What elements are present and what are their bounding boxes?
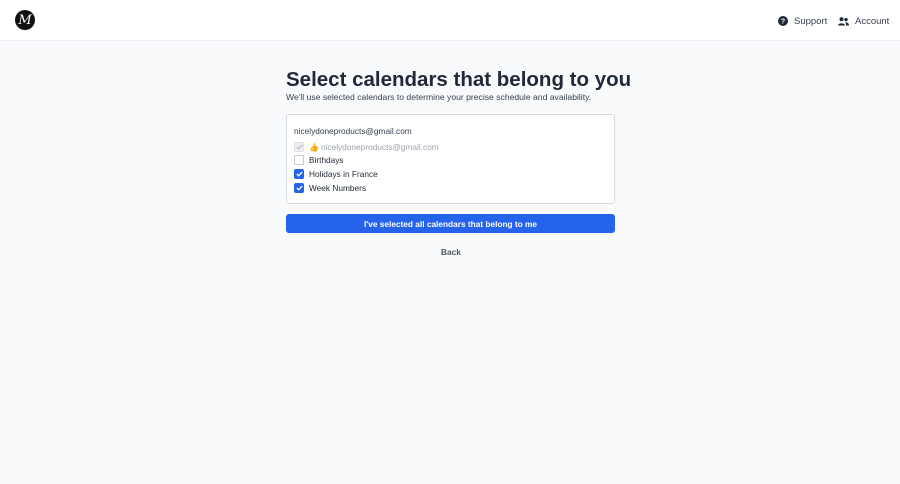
calendar-label: Week Numbers <box>309 183 367 193</box>
calendar-item-holidays[interactable]: Holidays in France <box>294 168 378 180</box>
support-label: Support <box>794 15 828 27</box>
svg-text:?: ? <box>780 19 784 26</box>
logo[interactable]: M <box>15 10 35 30</box>
confirm-calendars-button[interactable]: I've selected all calendars that belong … <box>286 214 615 233</box>
thumbs-up-icon: 👍 <box>309 143 319 152</box>
account-email: nicelydoneproducts@gmail.com <box>294 126 412 136</box>
users-icon <box>838 16 849 27</box>
calendar-checkbox-birthdays[interactable] <box>294 155 304 165</box>
calendar-label: Holidays in France <box>309 169 378 179</box>
calendar-item-week-numbers[interactable]: Week Numbers <box>294 182 366 194</box>
calendar-checkbox-week-numbers[interactable] <box>294 183 304 193</box>
logo-letter: M <box>18 12 32 28</box>
help-circle-icon: ? <box>777 16 788 27</box>
calendar-list-card: nicelydoneproducts@gmail.com 👍 nicelydone… <box>286 114 615 204</box>
account-label: Account <box>855 15 890 27</box>
calendar-checkbox-primary <box>294 142 304 152</box>
back-link[interactable]: Back <box>441 247 461 257</box>
calendar-item-primary: 👍 nicelydoneproducts@gmail.com <box>294 141 439 153</box>
account-link[interactable]: Account <box>838 13 889 29</box>
calendar-checkbox-holidays[interactable] <box>294 169 304 179</box>
page-subtitle: We'll use selected calendars to determin… <box>286 92 592 102</box>
calendar-label: Birthdays <box>309 155 344 165</box>
page-title: Select calendars that belong to you <box>286 68 632 91</box>
calendar-label: nicelydoneproducts@gmail.com <box>320 142 439 152</box>
top-bar: M ? Support Account <box>0 0 900 41</box>
calendar-item-birthdays[interactable]: Birthdays <box>294 154 344 166</box>
support-link[interactable]: ? Support <box>777 13 827 29</box>
